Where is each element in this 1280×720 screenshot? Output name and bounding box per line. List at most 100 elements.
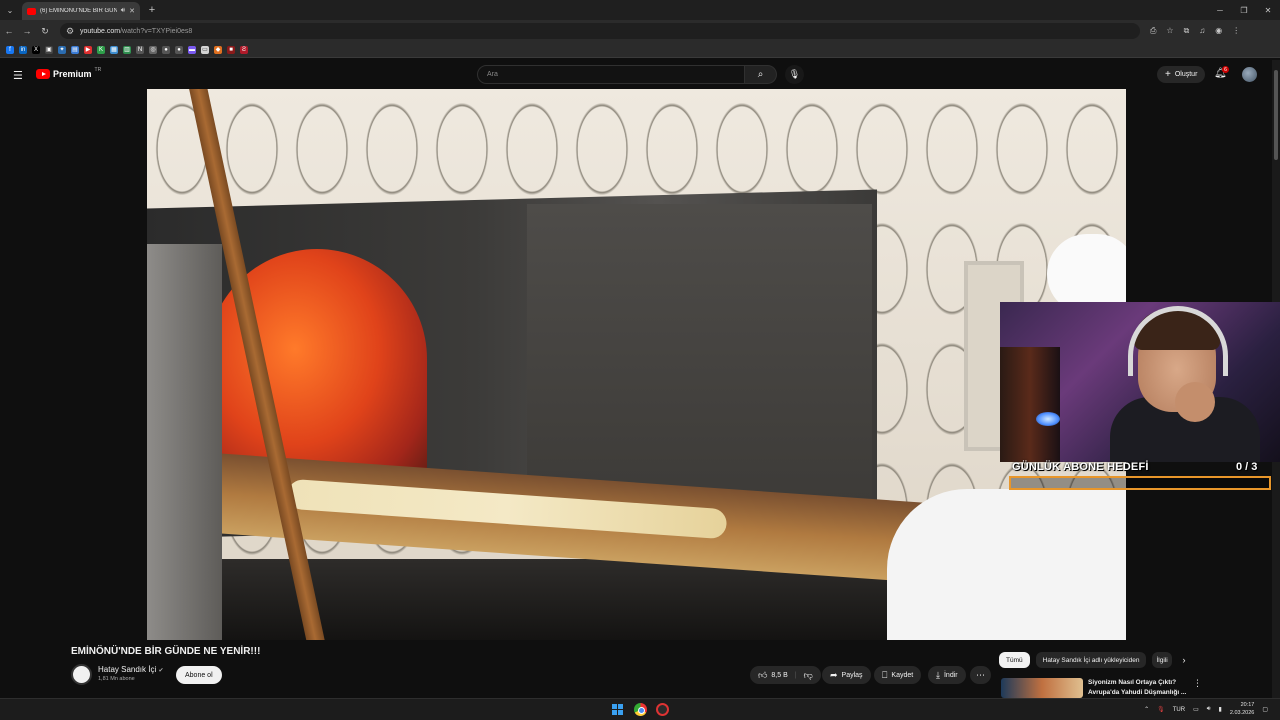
tab-close-icon[interactable]: ✕	[129, 7, 135, 15]
url-input[interactable]: ⚙︎ youtube.com/watch?v=TXYPiei0es8	[60, 23, 1140, 39]
network-icon[interactable]: ▭	[1193, 706, 1199, 713]
bookmark-icon-5[interactable]: ✦	[58, 45, 66, 54]
extensions-icon[interactable]: ⧉	[1184, 26, 1190, 36]
address-bar-row: ← → ↻ ⚙︎ youtube.com/watch?v=TXYPiei0es8…	[0, 20, 1280, 42]
plus-icon: +	[1165, 69, 1171, 80]
scrollbar-thumb[interactable]	[1274, 70, 1278, 160]
subscriber-goal-count: 0 / 3	[1236, 461, 1258, 473]
bookmark-star-icon[interactable]: ☆	[1166, 26, 1173, 36]
battery-icon[interactable]: ▮	[1219, 706, 1222, 713]
share-label: Paylaş	[841, 671, 863, 679]
more-horizontal-icon: ⋯	[976, 669, 985, 680]
bookmark-icon-13[interactable]: ●	[162, 45, 170, 54]
logo-region: TR	[94, 67, 102, 73]
tab-audio-icon[interactable]: 🔊︎	[121, 7, 125, 15]
windows-start-icon[interactable]	[612, 704, 623, 715]
bookmark-icon-11[interactable]: N	[136, 45, 144, 54]
bookmark-icon-6[interactable]: ▤	[71, 45, 79, 54]
channel-name[interactable]: Hatay Sandık İçi	[98, 665, 156, 674]
thumbs-down-icon[interactable]: 👎︎	[804, 670, 813, 681]
bookmark-icon-9[interactable]: ▦	[110, 45, 118, 54]
windows-taskbar: ⌃ 🎙︎ TUR ▭ 🔊︎ ▮ 20:17 2.03.2026 ▢	[0, 698, 1280, 720]
bookmark-icon-15[interactable]: ▬	[188, 45, 196, 54]
profile-icon[interactable]: ◉	[1215, 26, 1222, 36]
chevron-right-icon[interactable]: ›	[1182, 655, 1185, 665]
bookmark-icon: ⎕	[882, 669, 888, 680]
bookmark-facebook-icon[interactable]: f	[6, 45, 14, 54]
browser-tab-strip: ⌄ (6) EMİNÖNÜ'NDE BİR GÜNDE NE YENİR!!! …	[0, 0, 1280, 20]
webcam-lamp	[1036, 412, 1060, 426]
back-arrow-icon[interactable]: ←	[0, 26, 18, 36]
reload-icon[interactable]: ↻	[36, 26, 54, 37]
download-icon: ⤓	[936, 669, 940, 680]
user-avatar[interactable]	[1242, 67, 1257, 82]
subscribe-button[interactable]: Abone ol	[176, 666, 222, 684]
clock-time: 20:17	[1240, 702, 1255, 708]
site-info-icon[interactable]: ⚙︎	[66, 26, 74, 37]
chip-all[interactable]: Tümü	[999, 652, 1030, 668]
menu-dots-icon[interactable]: ⋮	[1232, 26, 1240, 36]
video-title: EMİNÖNÜ'NDE BİR GÜNDE NE YENİR!!!	[71, 646, 261, 657]
channel-name-row[interactable]: Hatay Sandık İçi ✔	[98, 665, 164, 674]
minimize-icon[interactable]: ─	[1208, 0, 1232, 20]
logo-text: Premium	[53, 69, 92, 79]
save-button[interactable]: ⎕ Kaydet	[874, 666, 922, 684]
bookmark-icon-18[interactable]: ■	[227, 45, 235, 54]
create-button[interactable]: + Oluştur	[1157, 66, 1206, 83]
system-tray: ⌃ 🎙︎ TUR ▭ 🔊︎ ▮ 20:17 2.03.2026 ▢	[1144, 702, 1268, 717]
recommended-more-icon[interactable]: ⋮	[1193, 678, 1202, 689]
voice-search-button[interactable]: 🎙︎	[785, 65, 804, 84]
download-button[interactable]: ⤓ İndir	[928, 666, 966, 684]
recommended-video-title[interactable]: Siyonizm Nasıl Ortaya Çıktı? Avrupa'da Y…	[1088, 678, 1188, 697]
share-button[interactable]: ➦ Paylaş	[822, 666, 871, 684]
forward-arrow-icon[interactable]: →	[18, 26, 36, 36]
input-language[interactable]: TUR	[1173, 707, 1185, 713]
bookmark-icon-8[interactable]: K	[97, 45, 105, 54]
clock[interactable]: 20:17 2.03.2026	[1230, 702, 1254, 717]
close-window-icon[interactable]: ✕	[1256, 0, 1280, 20]
toolbar-icons: ⎙ ☆ ⧉ ♫ ◉ ⋮	[1150, 26, 1240, 36]
recommended-video-thumbnail[interactable]	[1001, 678, 1083, 698]
subscriber-goal-bar	[1009, 476, 1271, 490]
notification-badge: 6	[1222, 66, 1229, 73]
new-tab-plus-icon[interactable]: +	[144, 4, 160, 16]
webcam-headphones	[1128, 306, 1228, 376]
thumbs-up-icon: 👍︎	[758, 669, 768, 680]
webcam-shelf	[1000, 347, 1060, 462]
save-label: Kaydet	[891, 671, 914, 679]
bookmark-icon-12[interactable]: ◎	[149, 45, 157, 54]
hamburger-menu-icon[interactable]: ☰	[13, 69, 23, 82]
volume-icon[interactable]: 🔊︎	[1207, 706, 1211, 713]
app-taskbar-icon[interactable]	[656, 703, 669, 716]
bookmark-icon-10[interactable]: ▥	[123, 45, 131, 54]
search-input[interactable]: Ara	[477, 65, 745, 84]
cast-icon[interactable]: ⎙	[1150, 26, 1156, 36]
channel-avatar[interactable]	[71, 664, 92, 685]
media-icon[interactable]: ♫	[1199, 26, 1205, 36]
tab-search-chevron-icon[interactable]: ⌄	[0, 0, 20, 20]
verified-check-icon: ✔	[158, 668, 164, 674]
bookmark-icon-14[interactable]: ●	[175, 45, 183, 54]
bookmark-youtube-icon[interactable]: ▶	[84, 45, 92, 54]
video-player[interactable]	[147, 89, 1126, 640]
bookmark-icon-16[interactable]: ▭	[201, 45, 209, 54]
chip-related[interactable]: İlgili	[1152, 652, 1173, 668]
search-button[interactable]: ⌕	[745, 65, 777, 84]
restore-icon[interactable]: ❐	[1232, 0, 1256, 20]
tray-chevron-up-icon[interactable]: ⌃	[1144, 706, 1149, 713]
tray-mic-icon[interactable]: 🎙︎	[1157, 706, 1165, 713]
youtube-premium-logo[interactable]: Premium TR	[36, 67, 102, 79]
bookmark-icon-4[interactable]: ▣	[45, 45, 53, 54]
more-actions-button[interactable]: ⋯	[970, 666, 991, 684]
browser-tab-active[interactable]: (6) EMİNÖNÜ'NDE BİR GÜNDE NE YENİR!!! 🔊︎…	[22, 2, 140, 20]
video-frame-chef-arm	[887, 489, 1126, 640]
like-button[interactable]: 👍︎ 8,5 B | 👎︎	[750, 666, 821, 684]
bookmark-icon-19[interactable]: Ƨ	[240, 45, 248, 54]
bookmark-x-icon[interactable]: X	[32, 45, 40, 54]
chrome-taskbar-icon[interactable]	[634, 703, 647, 716]
notification-center-icon[interactable]: ▢	[1262, 706, 1268, 713]
bookmark-linkedin-icon[interactable]: in	[19, 45, 27, 54]
like-divider: |	[794, 671, 797, 679]
chip-from-channel[interactable]: Hatay Sandık İçi adlı yükleyiciden	[1035, 652, 1147, 668]
bookmark-icon-17[interactable]: ◆	[214, 45, 222, 54]
